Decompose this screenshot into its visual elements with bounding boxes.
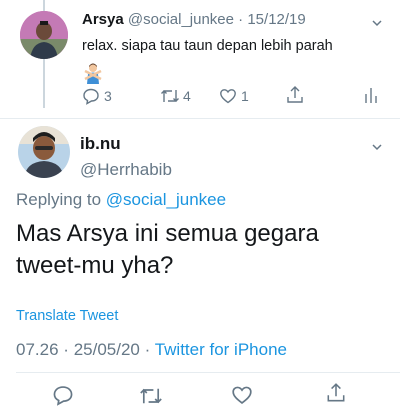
analytics-button[interactable] (364, 86, 378, 104)
share-icon (327, 383, 345, 402)
separator: · (238, 11, 244, 28)
retweet-button[interactable]: 4 (160, 87, 191, 105)
avatar[interactable] (20, 11, 68, 59)
chevron-down-icon[interactable] (371, 140, 383, 158)
person-gesturing-no-emoji (82, 62, 104, 84)
tweet-text: Mas Arsya ini semua gegara tweet-mu yha? (16, 220, 319, 279)
separator: · (144, 340, 151, 359)
share-button[interactable] (285, 85, 305, 105)
retweet-count: 4 (183, 88, 191, 104)
display-name[interactable]: ib.nu (80, 134, 121, 154)
separator: · (63, 340, 69, 359)
tweet-time: 07.26 (16, 340, 59, 359)
share-icon (287, 86, 303, 103)
chevron-down-icon[interactable] (371, 16, 383, 34)
reply-button[interactable]: 3 (82, 87, 112, 105)
handle[interactable]: @Herrhabib (80, 160, 172, 180)
like-button[interactable] (231, 384, 253, 406)
like-button[interactable]: 1 (219, 87, 249, 105)
like-count: 1 (241, 88, 249, 104)
heart-icon (220, 89, 236, 104)
reply-icon (83, 88, 99, 105)
share-button[interactable] (325, 382, 347, 404)
analytics-icon (365, 88, 377, 103)
translate-tweet-link[interactable]: Translate Tweet (16, 308, 118, 324)
tweet-source-link[interactable]: Twitter for iPhone (155, 340, 287, 359)
avatar-photo (18, 126, 70, 178)
handle[interactable]: @social_junkee (128, 11, 234, 28)
replying-to-label: Replying to (16, 190, 102, 209)
tweet-date[interactable]: 15/12/19 (247, 11, 305, 28)
divider (0, 118, 400, 119)
reply-button[interactable] (52, 384, 74, 406)
tweet-text: relax. siapa tau taun depan lebih parah (82, 38, 333, 54)
reply-icon (53, 386, 73, 406)
replying-to-handle-link[interactable]: @social_junkee (106, 190, 226, 209)
reply-count: 3 (104, 88, 112, 104)
tweet-meta: 07.26 · 25/05/20 · Twitter for iPhone (16, 340, 287, 360)
retweet-icon (161, 90, 179, 102)
avatar[interactable] (18, 126, 70, 178)
avatar-photo (20, 11, 68, 59)
replying-to: Replying to @social_junkee (16, 190, 226, 210)
tweet-date: 25/05/20 (73, 340, 140, 359)
divider (16, 372, 400, 373)
parent-tweet-header: Arsya @social_junkee · 15/12/19 (82, 11, 306, 28)
display-name[interactable]: Arsya (82, 11, 124, 28)
retweet-icon (140, 388, 162, 404)
retweet-button[interactable] (139, 385, 163, 407)
heart-icon (232, 386, 252, 405)
